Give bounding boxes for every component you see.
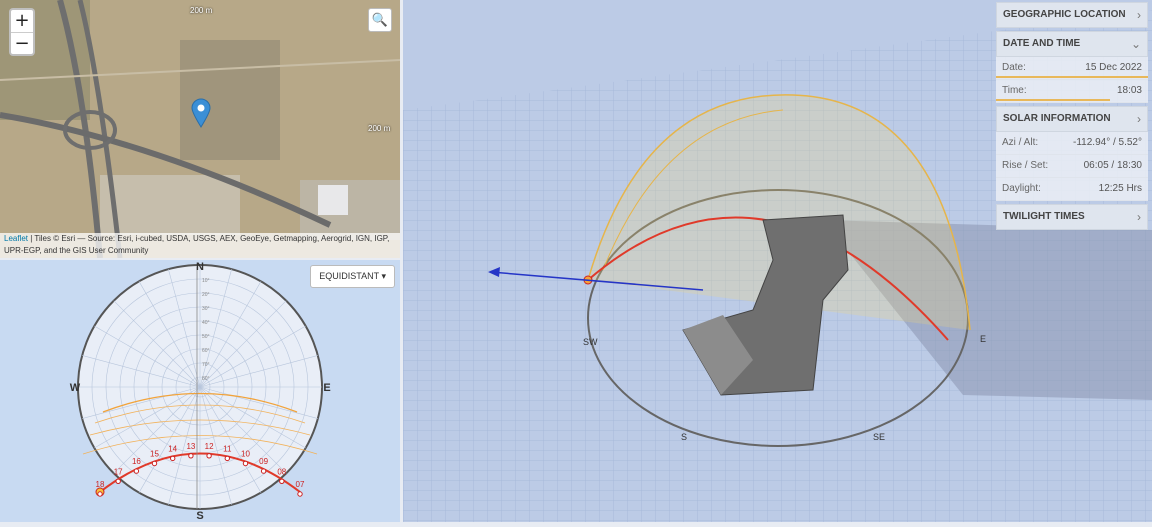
chevron-down-icon: ⌄	[1130, 37, 1141, 51]
polar-chart: N E S W 18 17 16 15 14 13 12 11 10 09 08 07 10° 20° 3…	[70, 261, 331, 522]
time-value: 18:03	[1116, 85, 1142, 96]
hour-point	[115, 478, 121, 485]
compass-label-se: SE	[873, 432, 885, 442]
hour-label: 18	[96, 480, 105, 489]
date-slider-bar[interactable]	[996, 76, 1148, 78]
twilight-times-label: TWILIGHT TIMES	[1003, 211, 1085, 222]
hour-label: 13	[186, 442, 195, 451]
compass-label-e: E	[980, 334, 986, 344]
hour-point	[279, 478, 285, 485]
cardinal-south: S	[196, 510, 203, 522]
search-button[interactable]: 🔍	[368, 8, 392, 32]
azi-alt-label: Azi / Alt:	[1002, 137, 1039, 148]
date-time-header[interactable]: DATE AND TIME ⌄	[996, 31, 1148, 57]
time-row[interactable]: Time: 18:03	[996, 80, 1148, 103]
altitude-label: 80°	[202, 376, 210, 382]
rise-set-label: Rise / Set:	[1002, 160, 1049, 171]
chevron-right-icon: ›	[1137, 8, 1141, 22]
hour-label: 08	[277, 467, 286, 476]
date-row[interactable]: Date: 15 Dec 2022	[996, 57, 1148, 80]
hour-point	[151, 460, 158, 467]
hour-label: 16	[132, 457, 141, 466]
date-label: Date:	[1002, 62, 1026, 73]
azi-alt-row: Azi / Alt: -112.94° / 5.52°	[996, 132, 1148, 155]
hour-point	[170, 455, 176, 462]
caret-down-icon: ▾	[381, 271, 386, 281]
projection-dropdown[interactable]: EQUIDISTANT ▾	[310, 265, 395, 288]
hour-label: 12	[205, 442, 214, 451]
solar-information-label: SOLAR INFORMATION	[1003, 113, 1111, 124]
altitude-label: 70°	[202, 362, 210, 368]
daylight-value: 12:25 Hrs	[1098, 183, 1142, 194]
time-slider-bar[interactable]	[996, 99, 1110, 101]
hour-label: 10	[241, 450, 250, 459]
chevron-right-icon: ›	[1137, 112, 1141, 126]
hour-point	[297, 491, 303, 497]
scale-label-right: 200 m	[368, 124, 391, 133]
hour-label: 07	[296, 480, 305, 489]
hour-label: 15	[150, 450, 159, 459]
compass-label-sw: SW	[583, 337, 598, 347]
leaflet-link[interactable]: Leaflet	[4, 234, 28, 243]
zoom-out-button[interactable]: −	[11, 33, 33, 55]
map-imagery	[0, 0, 400, 258]
compass-label-s: S	[681, 432, 687, 442]
rise-set-row: Rise / Set: 06:05 / 18:30	[996, 155, 1148, 178]
hour-point	[224, 455, 231, 462]
hour-point	[260, 468, 267, 474]
satellite-map[interactable]: + − 🔍 200 m 200 m Leaflet | Tiles © Esri…	[0, 0, 400, 258]
location-marker-icon[interactable]	[191, 98, 211, 128]
date-time-section: DATE AND TIME ⌄ Date: 15 Dec 2022 Time: …	[996, 31, 1148, 103]
daylight-row: Daylight: 12:25 Hrs	[996, 178, 1148, 201]
hour-point	[206, 453, 212, 459]
zoom-control: + −	[9, 8, 35, 56]
projection-label: EQUIDISTANT	[319, 271, 379, 281]
cardinal-west: W	[70, 382, 81, 394]
altitude-label: 40°	[202, 320, 210, 326]
hour-label: 09	[259, 457, 268, 466]
daylight-label: Daylight:	[1002, 183, 1041, 194]
cardinal-north: N	[196, 261, 204, 273]
hour-point	[188, 453, 194, 459]
altitude-label: 60°	[202, 348, 210, 354]
hour-label: 14	[168, 444, 177, 453]
altitude-label: 20°	[202, 292, 210, 298]
hour-label: 11	[223, 444, 232, 453]
hour-point	[133, 468, 140, 474]
date-time-label: DATE AND TIME	[1003, 38, 1081, 49]
search-icon: 🔍	[371, 12, 389, 27]
info-panel: GEOGRAPHIC LOCATION › DATE AND TIME ⌄ Da…	[996, 2, 1148, 233]
azi-alt-value: -112.94° / 5.52°	[1073, 137, 1142, 148]
hour-label: 17	[114, 467, 123, 476]
altitude-label: 10°	[202, 278, 210, 284]
rise-set-value: 06:05 / 18:30	[1083, 160, 1142, 171]
scale-label-top: 200 m	[190, 6, 213, 15]
sun-path-diagram[interactable]: N E S W 18 17 16 15 14 13 12 11 10 09 08 07 10° 20° 3…	[0, 260, 400, 522]
cardinal-east: E	[323, 382, 330, 394]
solar-info-section: SOLAR INFORMATION › Azi / Alt: -112.94° …	[996, 106, 1148, 201]
altitude-label: 30°	[202, 306, 210, 312]
time-label: Time:	[1002, 85, 1027, 96]
hour-point	[242, 460, 249, 467]
geographic-location-header[interactable]: GEOGRAPHIC LOCATION ›	[996, 2, 1148, 28]
hour-point	[97, 491, 103, 497]
map-attribution: Leaflet | Tiles © Esri — Source: Esri, i…	[0, 233, 400, 258]
geographic-location-label: GEOGRAPHIC LOCATION	[1003, 9, 1126, 20]
solar-information-header[interactable]: SOLAR INFORMATION ›	[996, 106, 1148, 132]
twilight-times-header[interactable]: TWILIGHT TIMES ›	[996, 204, 1148, 230]
chevron-right-icon: ›	[1137, 210, 1141, 224]
zoom-in-button[interactable]: +	[11, 10, 33, 33]
attribution-text: | Tiles © Esri — Source: Esri, i-cubed, …	[4, 234, 390, 255]
altitude-label: 50°	[202, 334, 210, 340]
